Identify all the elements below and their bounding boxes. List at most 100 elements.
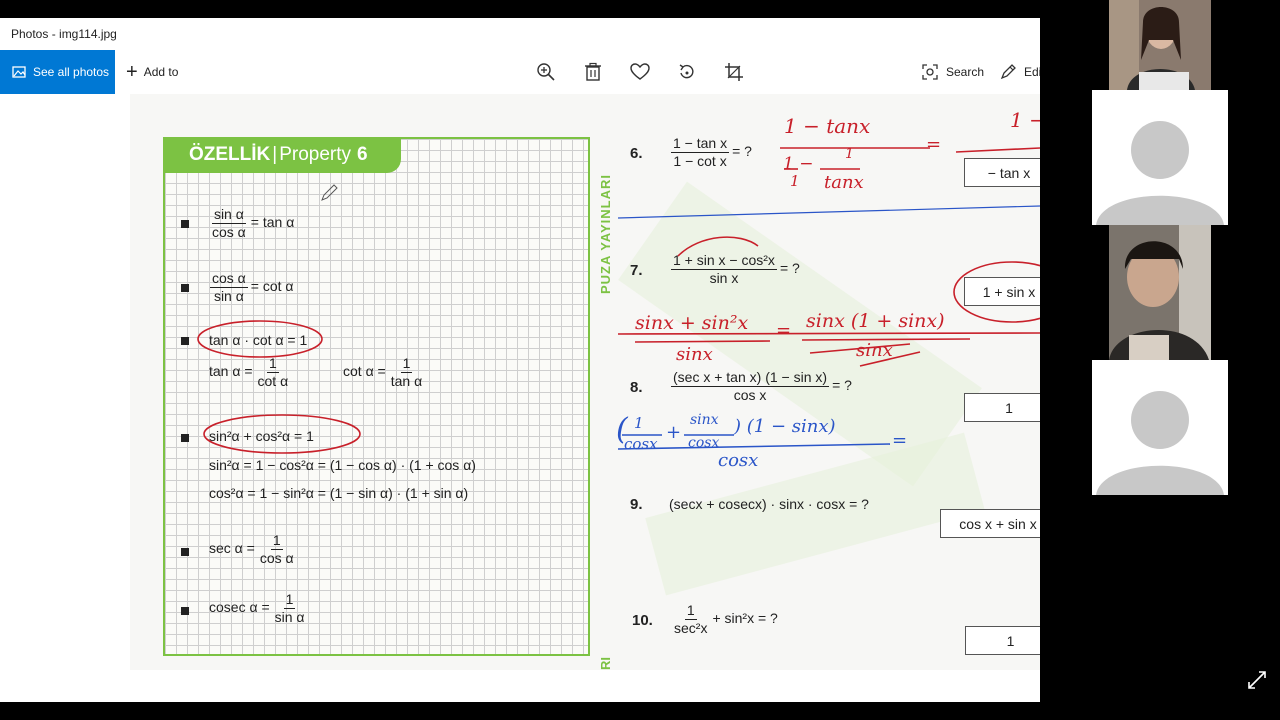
- image-viewer[interactable]: ÖZELLİK | Property 6 sin α cos α = tan α c…: [0, 94, 1040, 702]
- formula-pythagorean: sin²α + cos²α = 1: [209, 428, 314, 444]
- property-header: ÖZELLİK | Property 6: [163, 137, 401, 173]
- participant-tile-4[interactable]: [1092, 360, 1228, 495]
- question-tail: + sin²x = ?: [712, 610, 778, 627]
- photos-app-window: Photos - img114.jpg See all photos + Add…: [0, 18, 1040, 702]
- rotate-icon[interactable]: [677, 62, 697, 82]
- formula-cot-reciprocal: cot α = 1 tan α: [343, 355, 427, 390]
- property-box: ÖZELLİK | Property 6 sin α cos α = tan α c…: [163, 137, 590, 656]
- bullet: [181, 434, 189, 442]
- handwritten-text: cosx: [718, 450, 759, 471]
- answer-box: − tan x: [964, 158, 1040, 187]
- formula-tan-reciprocal: tan α = 1 cot α: [209, 355, 293, 390]
- handwritten-text: 1 − tanx: [784, 114, 871, 138]
- fraction-denominator: sin x: [709, 270, 739, 286]
- fraction-denominator: cos α: [259, 550, 294, 566]
- top-black-strip: [0, 0, 1280, 18]
- plus-icon: +: [126, 61, 138, 83]
- handwritten-text: +: [666, 422, 682, 443]
- fraction-numerator: (sec x + tan x) (1 − sin x): [671, 369, 830, 387]
- handwritten-text: 1: [634, 414, 644, 432]
- pen-cursor-icon: [321, 184, 338, 201]
- answer-box: 1 + sin x: [964, 277, 1040, 306]
- fraction-denominator: 1 − cot x: [673, 153, 727, 169]
- answer-box: 1: [964, 393, 1040, 422]
- handwritten-text: sinx (1 + sinx): [806, 310, 945, 332]
- fraction-denominator: cos α: [212, 224, 246, 240]
- bullet: [181, 337, 189, 345]
- question-8-expression: (sec x + tan x) (1 − sin x) cos x = ?: [668, 369, 852, 404]
- formula-cot-ratio: cos α sin α = cot α: [207, 270, 294, 305]
- handwritten-text: sinx: [690, 412, 719, 428]
- publisher-side-label-bottom: RI: [598, 657, 613, 670]
- fraction-numerator: 1 − tan x: [671, 135, 730, 153]
- bottom-black-strip: [0, 702, 1280, 720]
- crop-icon[interactable]: [724, 62, 744, 82]
- property-header-en: Property: [279, 144, 352, 165]
- formula-sin-squared: sin²α = 1 − cos²α = (1 − cos α) · (1 + c…: [209, 457, 476, 473]
- question-number: 8.: [630, 379, 643, 396]
- question-number: 10.: [632, 612, 653, 629]
- publisher-side-label: PUZA YAYINLARI: [598, 174, 613, 294]
- heart-icon[interactable]: [630, 62, 650, 82]
- participant-video-image: [1109, 0, 1211, 90]
- question-number: 9.: [630, 496, 643, 513]
- handwritten-text: cosx: [688, 435, 720, 451]
- participant-video-image: [1109, 225, 1211, 360]
- handwritten-text: =: [926, 134, 942, 155]
- fraction-numerator: 1: [400, 355, 413, 373]
- add-to-button[interactable]: + Add to: [126, 50, 178, 94]
- fraction-denominator: cot α: [257, 373, 289, 389]
- formula-rhs: = tan α: [250, 214, 295, 231]
- property-header-num: 6: [357, 144, 368, 165]
- question-7-expression: 1 + sin x − cos²x sin x = ?: [668, 252, 800, 287]
- question-number: 6.: [630, 145, 643, 162]
- fraction-denominator: sin α: [274, 609, 305, 625]
- formula-cos-squared: cos²α = 1 − sin²α = (1 − sin α) · (1 + s…: [209, 485, 469, 501]
- formula-sec: sec α = 1 cos α: [209, 532, 299, 567]
- edit-button[interactable]: Edi: [1000, 50, 1040, 94]
- property-header-sep: |: [272, 144, 278, 165]
- question-6-expression: 1 − tan x1 − cot x = ?: [668, 135, 752, 170]
- participant-tile-2[interactable]: [1092, 90, 1228, 225]
- search-button[interactable]: Search: [922, 50, 984, 94]
- delete-icon[interactable]: [583, 62, 603, 82]
- textbook-page-image: ÖZELLİK | Property 6 sin α cos α = tan α c…: [130, 94, 1040, 670]
- photos-icon: [12, 66, 26, 78]
- question-tail: = ?: [732, 143, 752, 160]
- fraction-denominator: sec²x: [674, 620, 708, 636]
- formula-lhs: cot α =: [343, 363, 386, 380]
- avatar-placeholder-icon: [1092, 90, 1228, 225]
- zoom-in-icon[interactable]: [536, 62, 556, 82]
- property-header-tr: ÖZELLİK: [189, 144, 271, 165]
- question-number: 7.: [630, 262, 643, 279]
- participant-video-1[interactable]: [1109, 0, 1211, 90]
- fraction-numerator: sin α: [211, 206, 246, 224]
- handwritten-text: 1 −: [1010, 108, 1040, 132]
- handwritten-text: =: [776, 320, 792, 341]
- see-all-photos-button[interactable]: See all photos: [0, 50, 115, 94]
- fraction-denominator: tan α: [390, 373, 423, 389]
- avatar-placeholder-icon: [1092, 360, 1228, 495]
- question-tail: = ?: [779, 260, 800, 277]
- formula-lhs: sec α =: [209, 540, 255, 557]
- participant-video-3[interactable]: [1109, 225, 1211, 360]
- fraction-numerator: 1 + sin x − cos²x: [671, 252, 777, 270]
- edit-label: Edi: [1024, 65, 1040, 79]
- formula-rhs: = cot α: [250, 278, 294, 295]
- title-bar: Photos - img114.jpg: [0, 18, 1040, 50]
- handwritten-text: cosx: [624, 435, 658, 453]
- handwritten-text: sinx: [676, 344, 713, 365]
- search-label: Search: [946, 65, 985, 79]
- window-title: Photos - img114.jpg: [11, 27, 117, 41]
- edit-icon: [1000, 64, 1016, 80]
- handwritten-text: ) (1 − sinx): [734, 416, 836, 437]
- bullet: [181, 284, 189, 292]
- blue-fraction-bar: [617, 443, 891, 450]
- expand-icon[interactable]: [1246, 669, 1268, 691]
- add-to-label: Add to: [143, 65, 179, 79]
- handwritten-text: sinx + sin²x: [635, 312, 749, 334]
- bullet: [181, 548, 189, 556]
- watermark-shape: [645, 432, 985, 596]
- fraction-numerator: 1: [283, 591, 296, 609]
- screen: Photos - img114.jpg See all photos + Add…: [0, 0, 1280, 720]
